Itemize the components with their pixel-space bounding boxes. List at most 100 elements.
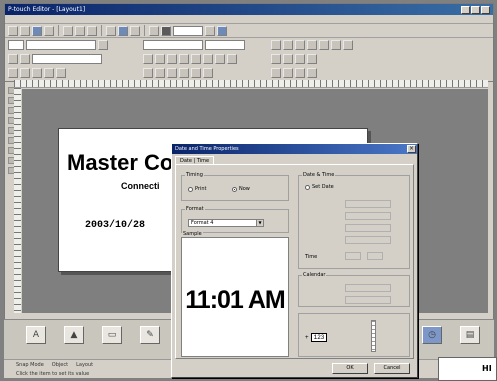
layout-icon[interactable]: [307, 54, 317, 64]
date-field-1[interactable]: [345, 200, 391, 208]
label-date-text[interactable]: 2003/10/28: [85, 220, 145, 231]
copy-icon[interactable]: [75, 25, 85, 36]
date-field-4[interactable]: [345, 236, 391, 244]
align-center-icon[interactable]: [155, 68, 165, 78]
date-field-2[interactable]: [345, 212, 391, 220]
layout-icon[interactable]: [295, 68, 305, 78]
text-object-icon[interactable]: A: [26, 326, 46, 344]
layout-icon[interactable]: [295, 54, 305, 64]
cut-icon[interactable]: [63, 25, 73, 36]
text-icon[interactable]: [149, 25, 159, 36]
status-message: Click the item to set its value: [16, 371, 90, 377]
align-left-icon[interactable]: [143, 68, 153, 78]
tool-icon[interactable]: [8, 68, 18, 78]
plus-minus-icon: +: [305, 334, 309, 341]
ok-button[interactable]: OK: [332, 363, 368, 374]
justify-icon[interactable]: [179, 68, 189, 78]
tool-icon[interactable]: [44, 68, 54, 78]
zoom-select[interactable]: [173, 25, 203, 36]
font-select[interactable]: [143, 40, 203, 50]
layout-icon[interactable]: [295, 40, 305, 50]
calendar-field-2[interactable]: [345, 296, 391, 304]
underline-icon[interactable]: [167, 54, 177, 64]
status-tab-layout[interactable]: Layout: [76, 362, 93, 368]
image-object-icon[interactable]: ▲: [64, 326, 84, 344]
property-icon[interactable]: [98, 40, 108, 50]
menu-bar[interactable]: [5, 15, 493, 24]
outline-icon[interactable]: [203, 54, 213, 64]
status-tab-snap[interactable]: Snap Mode: [16, 362, 44, 368]
increment-scale[interactable]: [371, 320, 376, 352]
layout-icon[interactable]: [283, 40, 293, 50]
rotate-icon[interactable]: [191, 68, 201, 78]
mirror-icon[interactable]: [203, 68, 213, 78]
layout-icon[interactable]: [283, 68, 293, 78]
layout-icon[interactable]: [271, 54, 281, 64]
tool-icon[interactable]: [20, 54, 30, 64]
close-button[interactable]: [481, 5, 490, 14]
print-object-icon[interactable]: ▤: [460, 326, 480, 344]
tape-select[interactable]: [8, 40, 24, 50]
status-tab-object[interactable]: Object: [52, 362, 68, 368]
layout-icon[interactable]: [319, 40, 329, 50]
shadow-icon[interactable]: [191, 54, 201, 64]
tool-icon[interactable]: [8, 54, 18, 64]
size-select[interactable]: [205, 40, 245, 50]
label-subtitle-text[interactable]: Connecti: [121, 181, 160, 191]
bold-icon[interactable]: [143, 54, 153, 64]
toolbar-group-layout: [271, 40, 353, 82]
date-time-object-icon[interactable]: ◷: [422, 326, 442, 344]
layout-icon[interactable]: [343, 40, 353, 50]
sample-preview: Sample 11:01 AM: [181, 231, 289, 357]
frame-icon[interactable]: [179, 54, 189, 64]
new-icon[interactable]: [8, 25, 18, 36]
tool-icon[interactable]: [205, 25, 215, 36]
label-type-select[interactable]: [26, 40, 96, 50]
paste-icon[interactable]: [87, 25, 97, 36]
layout-icon[interactable]: [307, 68, 317, 78]
redo-icon[interactable]: [118, 25, 128, 36]
barcode-icon[interactable]: [161, 25, 171, 36]
align-right-icon[interactable]: [167, 68, 177, 78]
undo-icon[interactable]: [106, 25, 116, 36]
radio-set-date[interactable]: Set Date: [305, 184, 334, 190]
open-icon[interactable]: [20, 25, 30, 36]
cancel-button[interactable]: Cancel: [374, 363, 410, 374]
layout-icon[interactable]: [307, 40, 317, 50]
save-icon[interactable]: [32, 25, 42, 36]
radio-print[interactable]: Print: [188, 186, 207, 192]
layout-icon[interactable]: [271, 68, 281, 78]
help-icon[interactable]: [217, 25, 227, 36]
dialog-close-button[interactable]: ×: [407, 145, 416, 153]
tool-icon[interactable]: [20, 68, 30, 78]
layout-icon[interactable]: [283, 54, 293, 64]
print-icon[interactable]: [44, 25, 54, 36]
length-select[interactable]: [32, 54, 102, 64]
time-hour-field[interactable]: [345, 252, 361, 260]
format-select[interactable]: Format 4 ▼: [188, 219, 264, 227]
minimize-button[interactable]: [461, 5, 470, 14]
tool-icon[interactable]: [32, 68, 42, 78]
dialog-titlebar[interactable]: Date and Time Properties ×: [172, 144, 417, 154]
increment-stepper[interactable]: + 123: [305, 333, 328, 342]
date-time-group: Date & Time Set Date Time: [298, 172, 410, 269]
tool-icon[interactable]: [56, 68, 66, 78]
frame-object-icon[interactable]: ▭: [102, 326, 122, 344]
zoom-icon[interactable]: [130, 25, 140, 36]
label-title-text[interactable]: Master Co: [67, 150, 173, 176]
calendar-field-1[interactable]: [345, 284, 391, 292]
format-group: Format Format 4 ▼: [181, 206, 289, 233]
stepper-value[interactable]: 123: [310, 333, 328, 342]
align-icon[interactable]: [227, 54, 237, 64]
radio-button-icon: [305, 184, 310, 190]
radio-now[interactable]: Now: [232, 186, 250, 192]
vertical-text-icon[interactable]: [215, 54, 225, 64]
maximize-button[interactable]: [471, 5, 480, 14]
status-tabs: Snap Mode Object Layout: [16, 362, 93, 368]
time-minute-field[interactable]: [367, 252, 383, 260]
clip-art-icon[interactable]: ✎: [140, 326, 160, 344]
italic-icon[interactable]: [155, 54, 165, 64]
date-field-3[interactable]: [345, 224, 391, 232]
layout-icon[interactable]: [331, 40, 341, 50]
layout-icon[interactable]: [271, 40, 281, 50]
